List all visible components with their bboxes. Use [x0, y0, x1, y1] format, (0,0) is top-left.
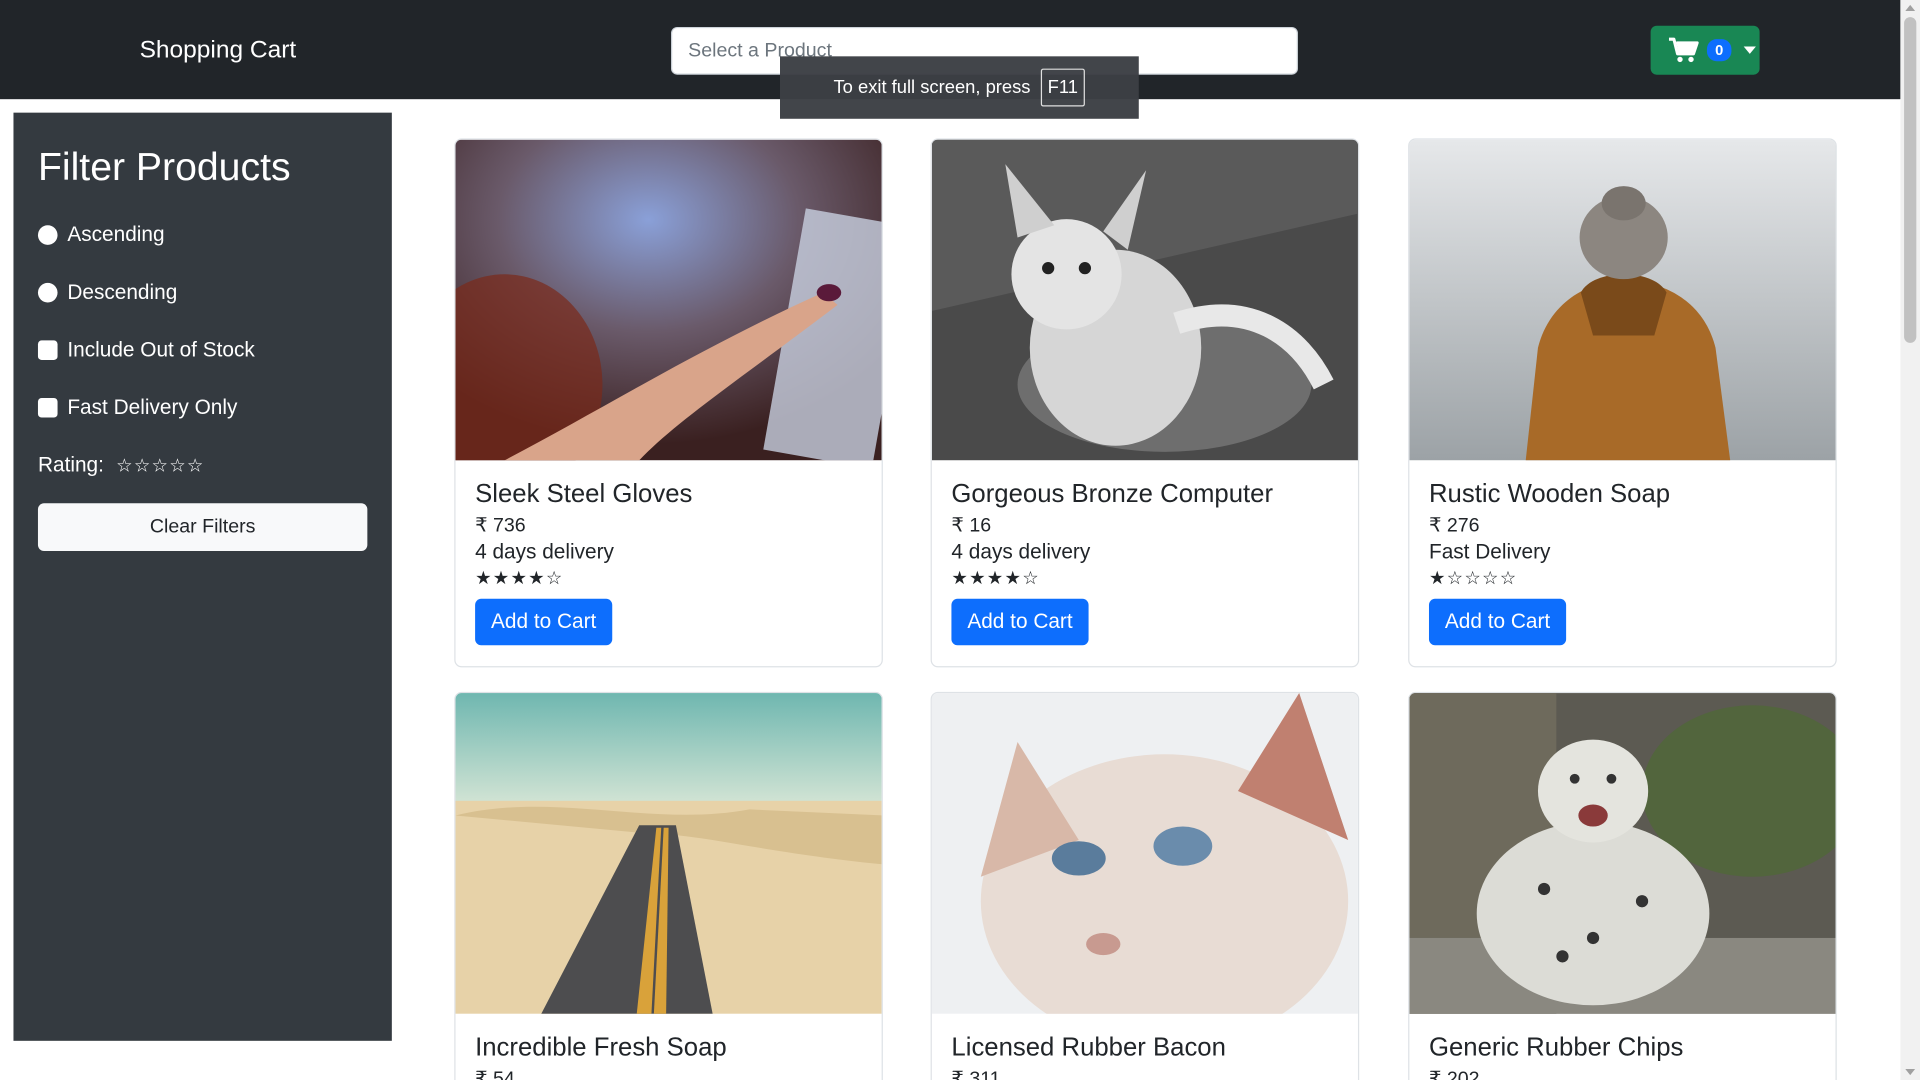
scroll-down-arrow-icon[interactable]	[1905, 1068, 1916, 1076]
descending-label: Descending	[67, 280, 178, 304]
product-image-sphynx-cat[interactable]	[931, 693, 1358, 1014]
cart-icon	[1668, 37, 1699, 63]
add-to-cart-button[interactable]: Add to Cart	[951, 598, 1089, 646]
product-delivery: 4 days delivery	[951, 540, 1091, 564]
add-to-cart-button[interactable]: Add to Cart	[475, 598, 613, 646]
product-name: Incredible Fresh Soap	[475, 1033, 727, 1062]
ascending-label: Ascending	[67, 222, 165, 247]
rating-stars-input[interactable]: ☆☆☆☆☆	[116, 454, 204, 477]
fast-delivery-option[interactable]: Fast Delivery Only	[37, 395, 238, 420]
sort-ascending-option[interactable]: Ascending	[37, 222, 165, 247]
product-rating-stars: ★☆☆☆☆	[1428, 568, 1518, 589]
product-name: Gorgeous Bronze Computer	[951, 480, 1274, 509]
product-card: Rustic Wooden Soap ₹ 276 Fast Delivery ★…	[1408, 138, 1837, 668]
product-image-person-in-hood[interactable]	[1409, 139, 1836, 461]
product-price: ₹ 16	[951, 515, 992, 537]
ascending-radio[interactable]	[37, 225, 58, 245]
filter-sidebar: Filter Products Ascending Descending Inc…	[13, 112, 392, 1041]
fast-delivery-checkbox[interactable]	[37, 397, 58, 418]
product-card: Incredible Fresh Soap ₹ 54	[454, 691, 883, 1080]
product-delivery: Fast Delivery	[1428, 540, 1551, 564]
product-name: Generic Rubber Chips	[1428, 1033, 1684, 1062]
scrollbar-thumb[interactable]	[1904, 17, 1917, 343]
product-image-hand-on-tablet[interactable]	[455, 139, 882, 461]
clear-filters-button[interactable]: Clear Filters	[37, 503, 368, 552]
product-card: Sleek Steel Gloves ₹ 736 4 days delivery…	[454, 138, 883, 668]
descending-radio[interactable]	[37, 282, 58, 303]
cart-count-badge: 0	[1706, 39, 1732, 62]
page-scrollbar[interactable]	[1900, 0, 1920, 1080]
fullscreen-exit-notice: To exit full screen, press F11	[780, 56, 1139, 119]
product-card: Generic Rubber Chips ₹ 202	[1408, 691, 1837, 1080]
product-rating-stars: ★★★★☆	[475, 568, 564, 589]
scroll-up-arrow-icon[interactable]	[1905, 4, 1916, 12]
cart-dropdown-button[interactable]: 0	[1650, 25, 1760, 75]
product-price: ₹ 276	[1428, 515, 1480, 537]
sort-descending-option[interactable]: Descending	[37, 280, 178, 304]
product-card: Licensed Rubber Bacon ₹ 311	[930, 691, 1360, 1080]
product-price: ₹ 311	[951, 1068, 1001, 1080]
product-rating-stars: ★★★★☆	[951, 568, 1040, 589]
chevron-down-icon	[1743, 46, 1756, 54]
rating-label: Rating:	[37, 453, 104, 477]
product-name: Licensed Rubber Bacon	[951, 1033, 1226, 1062]
fullscreen-notice-text: To exit full screen, press	[833, 77, 1031, 98]
product-price: ₹ 54	[475, 1068, 515, 1080]
product-image-desert-road[interactable]	[455, 693, 882, 1014]
product-name: Sleek Steel Gloves	[475, 480, 693, 509]
include-out-of-stock-label: Include Out of Stock	[67, 337, 255, 362]
product-image-snow-leopard[interactable]	[1409, 693, 1836, 1014]
rating-filter: Rating: ☆☆☆☆☆	[38, 453, 205, 477]
product-image-kitten-sketch[interactable]	[931, 139, 1358, 461]
brand-title[interactable]: Shopping Cart	[140, 37, 297, 65]
include-out-of-stock-checkbox[interactable]	[37, 340, 58, 361]
filter-title: Filter Products	[37, 144, 291, 189]
page: Shopping Cart 0 Filter Products Ascendin…	[0, 0, 1920, 1080]
product-delivery: 4 days delivery	[475, 540, 614, 564]
product-price: ₹ 736	[475, 515, 526, 537]
fast-delivery-label: Fast Delivery Only	[67, 395, 238, 419]
product-price: ₹ 202	[1428, 1068, 1480, 1080]
include-out-of-stock-option[interactable]: Include Out of Stock	[37, 337, 255, 362]
add-to-cart-button[interactable]: Add to Cart	[1428, 598, 1567, 646]
f11-key-label: F11	[1040, 68, 1086, 107]
product-card: Gorgeous Bronze Computer ₹ 16 4 days del…	[930, 138, 1360, 668]
product-name: Rustic Wooden Soap	[1428, 480, 1671, 509]
